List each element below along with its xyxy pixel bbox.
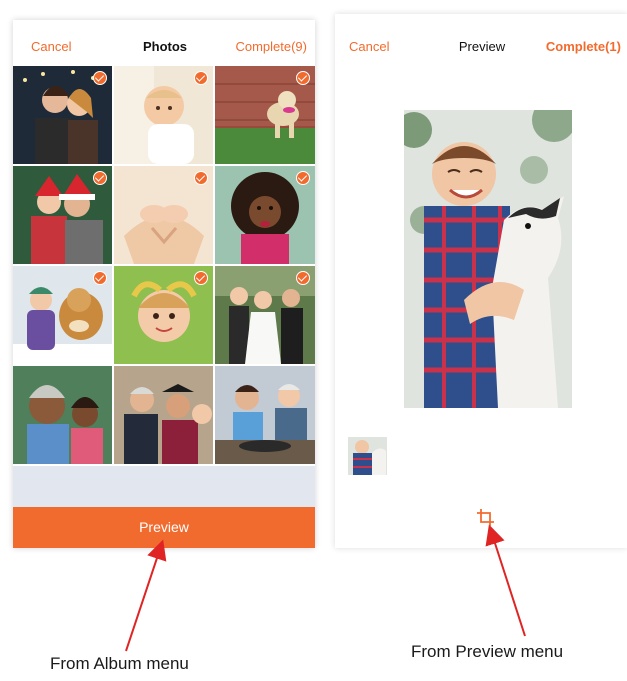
photo-thumbnail[interactable] [114, 66, 213, 164]
album-screen: Cancel Photos Complete(9) Preview [13, 20, 315, 548]
checkmark-icon [194, 271, 208, 285]
caption-album-menu: From Album menu [50, 654, 189, 673]
album-complete-button[interactable]: Complete(9) [235, 39, 307, 55]
checkmark-icon [93, 171, 107, 185]
photo-thumbnail[interactable] [13, 166, 112, 264]
photo-thumbnail[interactable] [13, 266, 112, 364]
checkmark-icon [93, 71, 107, 85]
checkmark-icon [296, 271, 310, 285]
selection-tray [13, 466, 315, 507]
checkmark-icon [93, 271, 107, 285]
photo-thumbnail[interactable] [114, 166, 213, 264]
preview-complete-button[interactable]: Complete(1) [546, 39, 621, 55]
caption-preview-menu: From Preview menu [411, 642, 564, 661]
album-header: Cancel Photos Complete(9) [13, 20, 315, 66]
photo-thumbnail[interactable] [114, 266, 213, 364]
selected-thumbnail[interactable] [348, 437, 387, 475]
checkmark-icon [194, 171, 208, 185]
preview-header: Cancel Preview Complete(1) [335, 14, 627, 60]
photo-grid [13, 66, 315, 466]
photo-thumbnail[interactable] [215, 266, 315, 364]
preview-button[interactable]: Preview [13, 507, 315, 548]
photo-thumbnail[interactable] [114, 366, 213, 464]
photo-thumbnail[interactable] [215, 366, 315, 464]
crop-icon[interactable] [476, 508, 496, 528]
checkmark-icon [296, 171, 310, 185]
photo-thumbnail[interactable] [13, 366, 112, 464]
photo-thumbnail[interactable] [215, 66, 315, 164]
preview-screen: Cancel Preview Complete(1) [335, 14, 627, 548]
arrow-to-crop-icon [485, 524, 526, 637]
arrow-to-preview-button [125, 539, 167, 652]
checkmark-icon [194, 71, 208, 85]
photo-thumbnail[interactable] [215, 166, 315, 264]
preview-photo [404, 110, 572, 408]
photo-thumbnail[interactable] [13, 66, 112, 164]
checkmark-icon [296, 71, 310, 85]
